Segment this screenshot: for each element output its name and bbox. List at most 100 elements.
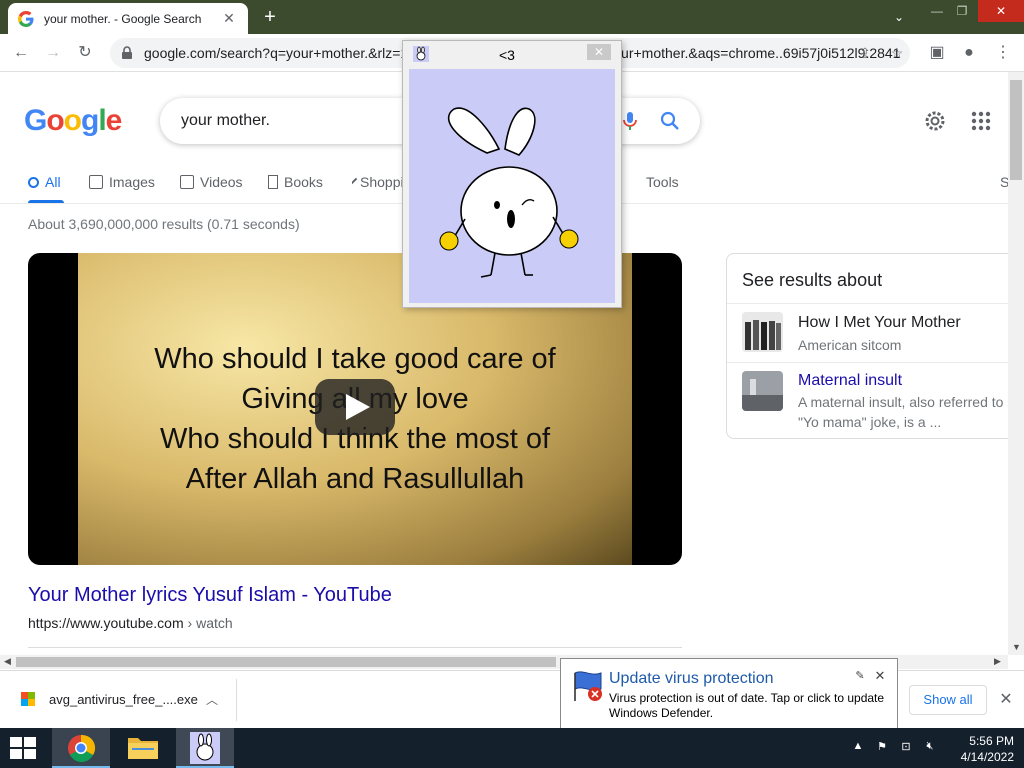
insult-thumbnail [742, 371, 783, 411]
windows-start-icon[interactable] [8, 735, 38, 761]
tab-search-icon[interactable]: ⌄ [888, 6, 910, 28]
download-bar-close-icon[interactable]: ✕ [996, 689, 1016, 709]
bookmark-star-icon[interactable]: ☆ [884, 38, 910, 68]
bunny-app-icon [413, 46, 429, 62]
bunny-canvas [409, 69, 615, 303]
bunny-drawing [439, 107, 579, 278]
volume-muted-icon[interactable]: 🔇︎ [922, 740, 938, 756]
panel-divider [727, 303, 1008, 304]
notification-body: Virus protection is out of date. Tap or … [609, 691, 885, 720]
profile-avatar-icon[interactable]: ● [956, 40, 982, 66]
tab-videos[interactable]: Videos [180, 174, 243, 190]
result-title-link[interactable]: Your Mother lyrics Yusuf Islam - YouTube [28, 584, 392, 607]
lyric-line: After Allah and Rasullullah [185, 463, 525, 495]
tab-shopping[interactable]: Shopping [352, 174, 402, 190]
panel-header: See results about [742, 270, 883, 290]
tray-overflow-chevron-icon[interactable]: ▲ [850, 740, 866, 756]
installer-file-icon [21, 692, 35, 706]
network-icon[interactable]: ⊡ [898, 740, 914, 756]
result-domain: https://www.youtube.com [28, 615, 184, 631]
play-icon [180, 175, 194, 189]
vertical-scroll-thumb[interactable] [1010, 80, 1022, 180]
taskbar-file-explorer[interactable] [114, 728, 172, 768]
google-logo[interactable]: Google [24, 104, 122, 138]
taskbar-chrome[interactable] [52, 728, 110, 768]
chrome-icon [68, 734, 96, 762]
tab-images-label: Images [109, 174, 155, 190]
tab-images[interactable]: Images [89, 174, 155, 190]
chevron-up-icon[interactable]: ︿ [204, 691, 220, 707]
defender-notification[interactable]: Update virus protection Virus protection… [560, 658, 898, 730]
system-clock[interactable]: 5:56 PM 4/14/2022 [938, 733, 1014, 765]
panel-item-subtitle: American sitcom [798, 337, 902, 353]
search-query[interactable]: your mother. [181, 112, 270, 130]
tab-strip: your mother. - Google Search ✕ + ⌄ — ❐ ✕ [0, 0, 1024, 34]
result-breadcrumb: › watch [183, 615, 233, 631]
folder-icon [128, 738, 158, 759]
minimize-icon[interactable]: — [924, 0, 950, 22]
result-url[interactable]: https://www.youtube.com › watch [28, 615, 233, 631]
scroll-right-arrow-icon[interactable]: ▶ [994, 656, 1001, 667]
scroll-down-arrow-icon[interactable]: ▼ [1012, 642, 1021, 652]
panel-item-title: How I Met Your Mother [798, 314, 961, 331]
tag-icon [352, 177, 358, 187]
google-apps-icon[interactable] [970, 110, 992, 132]
security-flag-icon [574, 671, 602, 701]
browser-tab[interactable]: your mother. - Google Search ✕ [8, 3, 248, 34]
forward-icon[interactable]: → [40, 40, 66, 66]
tab-all[interactable]: All [28, 174, 61, 190]
tab-safesearch[interactable]: S [1000, 174, 1008, 190]
bunny-taskbar-icon [190, 732, 220, 764]
notification-close-icon[interactable]: ✕ [873, 668, 887, 683]
download-item[interactable]: avg_antivirus_free_....exe [20, 691, 198, 707]
show-all-button[interactable]: Show all [909, 685, 987, 715]
window-close-icon[interactable]: ✕ [978, 0, 1024, 22]
bunny-popup-window[interactable]: <3 ✕ [402, 40, 622, 308]
download-separator [236, 679, 237, 721]
new-tab-button[interactable]: + [258, 6, 282, 28]
panel-divider [727, 362, 1008, 363]
popup-title: <3 [499, 47, 515, 63]
play-button-icon[interactable] [315, 379, 395, 435]
result-stats: About 3,690,000,000 results (0.71 second… [28, 216, 300, 232]
vertical-scrollbar[interactable]: ▼ [1008, 72, 1024, 655]
lock-icon [122, 46, 132, 59]
side-panel-icon[interactable]: ▣ [924, 40, 950, 66]
tab-title: your mother. - Google Search [44, 11, 202, 26]
security-warning-tray-icon[interactable]: ⚑ [874, 740, 890, 756]
popup-close-icon[interactable]: ✕ [587, 44, 611, 60]
search-small-icon [28, 176, 39, 188]
see-results-about-panel: See results about How I Met Your Mother … [726, 253, 1008, 439]
download-filename: avg_antivirus_free_....exe [49, 691, 198, 707]
settings-gear-icon[interactable] [922, 108, 948, 134]
pin-icon[interactable]: ✎ [853, 669, 867, 683]
tab-books-label: Books [284, 174, 323, 190]
taskbar-bunny-app[interactable] [176, 728, 234, 768]
back-icon[interactable]: ← [8, 40, 34, 66]
microphone-icon[interactable] [620, 110, 640, 132]
share-icon[interactable]: ⇪ [852, 38, 878, 68]
clock-date: 4/14/2022 [960, 750, 1014, 764]
result-divider [28, 647, 682, 648]
clock-time: 5:56 PM [969, 734, 1014, 748]
search-icon[interactable] [660, 110, 680, 132]
reload-icon[interactable]: ↻ [72, 40, 98, 66]
chrome-menu-icon[interactable]: ⋮ [990, 40, 1016, 66]
taskbar: ▲ ⚑ ⊡ 🔇︎ 5:56 PM 4/14/2022 [0, 728, 1024, 768]
scroll-left-arrow-icon[interactable]: ◀ [4, 656, 11, 667]
tab-tools[interactable]: Tools [646, 174, 679, 190]
tab-videos-label: Videos [200, 174, 243, 190]
panel-item-title: Maternal insult [798, 372, 903, 389]
book-icon [268, 175, 278, 189]
tab-safesearch-label: S [1000, 174, 1008, 190]
restore-icon[interactable]: ❐ [950, 0, 974, 22]
active-tab-indicator [28, 200, 64, 203]
popup-titlebar[interactable]: <3 ✕ [403, 41, 621, 67]
sitcom-thumbnail [742, 312, 783, 352]
horizontal-scroll-thumb[interactable] [16, 657, 556, 667]
tab-books[interactable]: Books [268, 174, 323, 190]
google-favicon-icon [18, 10, 34, 27]
image-icon [89, 175, 103, 189]
notification-title: Update virus protection [609, 670, 774, 687]
tab-close-icon[interactable]: ✕ [220, 10, 238, 27]
